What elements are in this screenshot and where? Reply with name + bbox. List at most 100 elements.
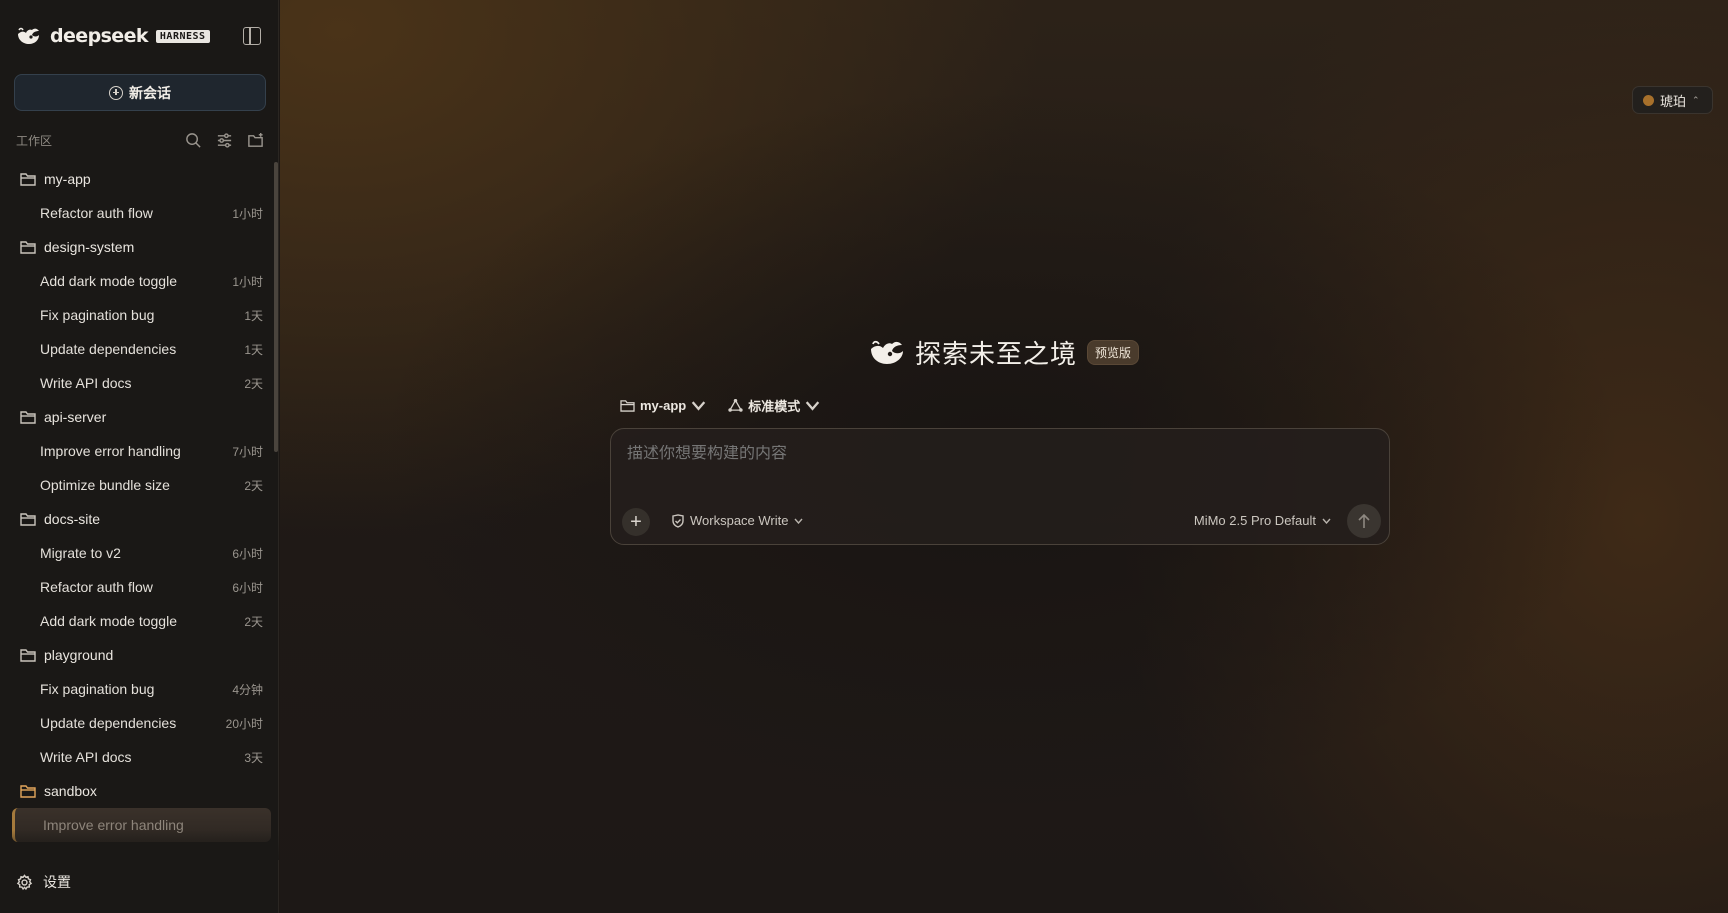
- session-time: 1天: [244, 342, 263, 357]
- folder-3[interactable]: docs-site: [0, 502, 271, 536]
- sidebar-scrollbar[interactable]: [274, 162, 278, 452]
- sidebar-toggle-icon[interactable]: [243, 27, 261, 45]
- session-time: 1天: [244, 308, 263, 323]
- arrow-up-icon: [1358, 513, 1370, 528]
- chevron-down-icon: [793, 518, 803, 524]
- settings-label: 设置: [43, 874, 71, 890]
- session-title: Refactor auth flow: [40, 579, 153, 595]
- permission-label: Workspace Write: [690, 513, 789, 528]
- folder-0[interactable]: my-app: [0, 162, 271, 196]
- brand[interactable]: deepseek HARNESS: [16, 22, 210, 50]
- workspace-tree: my-app Refactor auth flow 1小时 design-system…: [0, 162, 271, 858]
- mode-selector-label: 标准模式: [748, 398, 801, 414]
- chevron-down-icon: [806, 400, 820, 411]
- session-title: Fix pagination bug: [40, 681, 155, 697]
- session-title: Write API docs: [40, 749, 132, 765]
- sidebar: deepseek HARNESS 新会话 工作区 my-app Refactor …: [0, 0, 279, 913]
- theme-label: 琥珀: [1660, 93, 1687, 109]
- whale-logo-icon: [871, 340, 903, 364]
- filter-sliders-icon[interactable]: [216, 132, 233, 149]
- folder-name: design-system: [44, 239, 135, 255]
- session-item[interactable]: Add dark mode toggle 1小时: [0, 264, 271, 298]
- session-item[interactable]: Improve error handling 7小时: [0, 434, 271, 468]
- whale-logo-icon: [18, 27, 39, 44]
- composer-selectors: my-app 标准模式: [620, 394, 820, 416]
- new-folder-icon[interactable]: [247, 132, 264, 149]
- folder-name: my-app: [44, 171, 91, 187]
- session-time: 2天: [244, 376, 263, 391]
- folder-5[interactable]: sandbox: [0, 774, 271, 808]
- session-item[interactable]: Fix pagination bug 4分钟: [0, 672, 271, 706]
- session-item[interactable]: Optimize bundle size 2天: [0, 468, 271, 502]
- session-title: Migrate to v2: [40, 545, 121, 561]
- permission-selector[interactable]: Workspace Write: [671, 513, 803, 528]
- model-label: MiMo 2.5 Pro Default: [1193, 513, 1316, 528]
- mode-selector[interactable]: 标准模式: [728, 396, 820, 415]
- send-button[interactable]: [1347, 504, 1381, 538]
- session-time: 2天: [244, 478, 263, 493]
- session-item[interactable]: Write API docs 2天: [0, 366, 271, 400]
- folder-icon: [20, 241, 36, 254]
- folder-icon: [20, 649, 36, 662]
- session-time: 20小时: [225, 716, 263, 731]
- prompt-input[interactable]: [627, 445, 1367, 463]
- session-time: 6小时: [232, 546, 263, 561]
- folder-name: api-server: [44, 409, 107, 425]
- session-title: Refactor auth flow: [40, 205, 153, 221]
- new-chat-label: 新会话: [129, 84, 171, 101]
- folder-icon: [20, 411, 36, 424]
- session-item[interactable]: Update dependencies 20小时: [0, 706, 271, 740]
- chevron-down-icon: [692, 400, 706, 411]
- add-attachment-button[interactable]: +: [622, 508, 650, 536]
- new-chat-button[interactable]: 新会话: [14, 74, 266, 111]
- folder-name: docs-site: [44, 511, 101, 527]
- session-title: Add dark mode toggle: [40, 273, 177, 289]
- folder-4[interactable]: playground: [0, 638, 271, 672]
- plus-icon: +: [630, 511, 642, 533]
- folder-name: playground: [44, 647, 114, 663]
- session-item[interactable]: Fix pagination bug 1天: [0, 298, 271, 332]
- session-title: Fix pagination bug: [40, 307, 155, 323]
- session-title: Add dark mode toggle: [40, 613, 177, 629]
- session-item[interactable]: Update dependencies 1天: [0, 332, 271, 366]
- session-item[interactable]: Add dark mode toggle 2天: [0, 604, 271, 638]
- session-item[interactable]: Write API docs 3天: [0, 740, 271, 774]
- hero-heading: 探索未至之境 预览版: [869, 332, 1140, 372]
- session-time: 7小时: [232, 444, 263, 459]
- session-item[interactable]: Refactor auth flow 6小时: [0, 570, 271, 604]
- session-title: Write API docs: [40, 375, 132, 391]
- preview-badge: 预览版: [1087, 339, 1140, 365]
- project-selector-label: my-app: [640, 397, 687, 413]
- folder-icon: [620, 399, 635, 412]
- session-time: 1小时: [232, 274, 263, 289]
- model-selector[interactable]: MiMo 2.5 Pro Default: [1194, 513, 1331, 528]
- settings-button[interactable]: 设置: [16, 872, 71, 892]
- folder-1[interactable]: design-system: [0, 230, 271, 264]
- folder-icon: [20, 785, 36, 798]
- session-time: 1小时: [232, 206, 263, 221]
- folder-icon: [20, 173, 36, 186]
- sidebar-fade: [0, 830, 279, 860]
- theme-selector[interactable]: 琥珀 ⌃: [1632, 86, 1713, 114]
- workspace-tools: [185, 132, 264, 149]
- session-time: 6小时: [232, 580, 263, 595]
- workspace-header: 工作区: [16, 130, 264, 150]
- shield-check-icon: [672, 513, 684, 528]
- session-title: Update dependencies: [40, 341, 177, 357]
- prompt-composer: + Workspace Write MiMo 2.5 Pro Default: [610, 428, 1390, 545]
- session-item[interactable]: Migrate to v2 6小时: [0, 536, 271, 570]
- session-item[interactable]: Refactor auth flow 1小时: [0, 196, 271, 230]
- plus-circle-icon: [109, 85, 123, 100]
- folder-2[interactable]: api-server: [0, 400, 271, 434]
- project-selector[interactable]: my-app: [620, 398, 706, 413]
- hero-title: 探索未至之境: [915, 338, 1078, 369]
- brand-name: deepseek: [50, 25, 149, 47]
- theme-color-dot: [1643, 94, 1654, 106]
- session-title: Improve error handling: [40, 443, 181, 459]
- session-time: 2天: [244, 614, 263, 629]
- session-time: 3天: [244, 750, 263, 765]
- gear-icon: [16, 873, 33, 890]
- folder-name: sandbox: [44, 783, 97, 799]
- search-icon[interactable]: [185, 132, 202, 149]
- session-title: Update dependencies: [40, 715, 177, 731]
